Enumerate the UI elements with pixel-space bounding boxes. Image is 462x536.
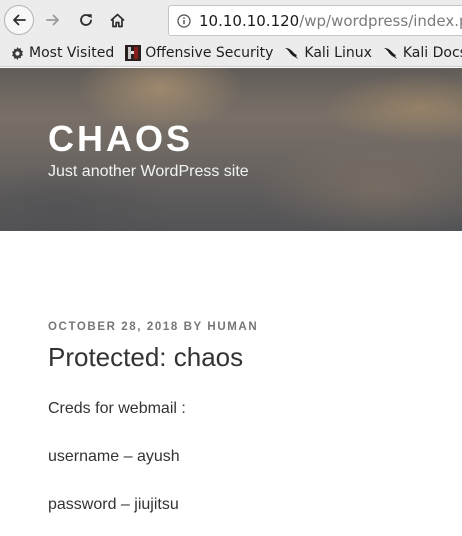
- offsec-icon: [125, 45, 142, 61]
- gear-icon: [10, 46, 25, 61]
- bookmark-label: Most Visited: [29, 45, 115, 61]
- post-paragraph: username – ayush: [48, 448, 180, 465]
- site-title[interactable]: CHAOS: [48, 118, 193, 160]
- bookmark-most-visited[interactable]: Most Visited: [10, 45, 114, 61]
- post-paragraph: password – jiujitsu: [48, 496, 179, 513]
- info-icon: [177, 13, 191, 28]
- bookmark-label: Offensive Security: [145, 45, 274, 61]
- post-by-label: BY: [183, 321, 203, 333]
- post-meta: OCTOBER 28, 2018 BY HUMAN: [48, 321, 258, 333]
- site-header: CHAOS Just another WordPress site: [0, 68, 462, 231]
- bookmark-offensive-security[interactable]: Offensive Security: [125, 45, 273, 61]
- forward-button[interactable]: [38, 5, 68, 35]
- post-paragraph: Creds for webmail :: [48, 400, 186, 417]
- post-title: Protected: chaos: [48, 342, 244, 372]
- kali-dragon-icon: [284, 45, 300, 61]
- post-date[interactable]: OCTOBER 28, 2018: [48, 321, 179, 333]
- bookmark-kali-linux[interactable]: Kali Linux: [284, 45, 372, 61]
- bookmark-label: Kali Docs: [402, 45, 462, 61]
- bookmark-label: Kali Linux: [304, 45, 372, 61]
- bookmark-kali-docs[interactable]: Kali Docs: [383, 45, 462, 61]
- address-bar[interactable]: 10.10.10.120/wp/wordpress/index.php/2: [168, 5, 462, 36]
- reload-icon: [80, 14, 92, 26]
- forward-arrow-icon: [46, 14, 59, 26]
- home-button[interactable]: [102, 5, 132, 35]
- browser-navbar: 10.10.10.120/wp/wordpress/index.php/2: [0, 0, 462, 40]
- post-author[interactable]: HUMAN: [207, 321, 258, 333]
- site-tagline: Just another WordPress site: [48, 163, 249, 180]
- reload-button[interactable]: [71, 5, 101, 35]
- url-text: 10.10.10.120/wp/wordpress/index.php/2: [199, 12, 462, 30]
- site-info-button[interactable]: [169, 6, 199, 35]
- bookmarks-toolbar: Most Visited Offensive Security Kali Lin…: [0, 40, 462, 67]
- home-icon: [109, 13, 125, 27]
- kali-dragon-icon: [383, 45, 399, 61]
- back-arrow-icon: [13, 14, 26, 26]
- url-host: 10.10.10.120: [199, 11, 300, 30]
- url-path: /wp/wordpress/index.php/2: [299, 11, 462, 30]
- back-button[interactable]: [4, 5, 34, 35]
